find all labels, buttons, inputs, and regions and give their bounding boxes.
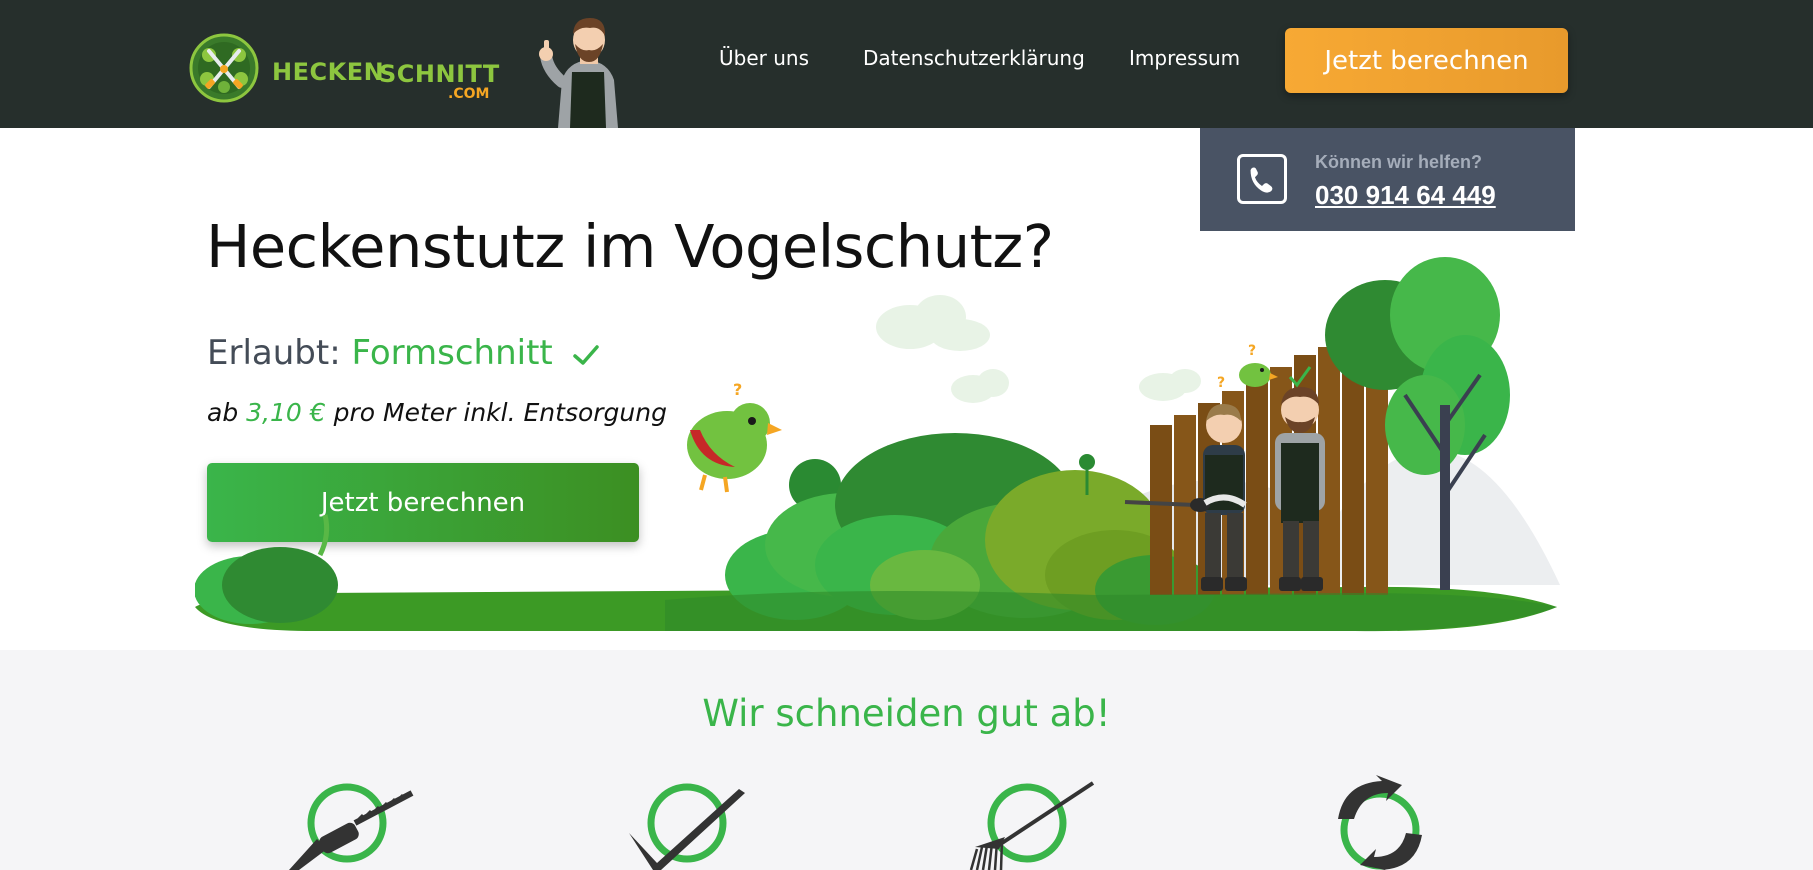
nav-link-impressum[interactable]: Impressum	[1129, 46, 1240, 70]
recycle-icon[interactable]	[1310, 775, 1450, 870]
sickle-icon[interactable]	[625, 775, 765, 870]
brand-word-hecken: HECKEN	[272, 58, 385, 86]
brand-wordmark[interactable]: HECKEN SCHNITT .COM	[272, 54, 512, 104]
nav-link-ueber-uns[interactable]: Über uns	[719, 46, 809, 70]
header-calculate-button[interactable]: Jetzt berechnen	[1285, 28, 1568, 93]
left-bush-shape	[195, 514, 338, 624]
brand-word-schnitt: SCHNITT	[379, 60, 500, 88]
site-header: HECKEN SCHNITT .COM Über uns Datenschutz…	[0, 0, 1813, 128]
help-question: Können wir helfen?	[1315, 152, 1483, 172]
svg-text:?: ?	[1217, 375, 1225, 391]
services-title: Wir schneiden gut ab!	[702, 692, 1111, 735]
nav-link-datenschutz[interactable]: Datenschutzerklärung	[863, 46, 1085, 70]
rake-icon[interactable]	[955, 775, 1095, 870]
cloud-shape	[876, 295, 1201, 403]
brand-tld: .COM	[448, 86, 490, 102]
hedge-trimmer-icon[interactable]	[275, 775, 415, 870]
svg-text:?: ?	[1248, 343, 1256, 359]
svg-text:?: ?	[733, 380, 742, 399]
phone-number-link[interactable]: 030 914 64 449	[1315, 180, 1496, 211]
phone-icon	[1237, 154, 1287, 204]
hedge-shears-logo-icon	[189, 33, 259, 103]
hero-garden-illustration: ? ? ?	[195, 257, 1560, 632]
contact-help-box[interactable]: Können wir helfen? 030 914 64 449	[1200, 128, 1575, 231]
services-section: Wir schneiden gut ab!	[0, 650, 1813, 870]
green-bird-illustration: ?	[687, 380, 782, 493]
gardener-mascot-illustration	[539, 18, 618, 128]
